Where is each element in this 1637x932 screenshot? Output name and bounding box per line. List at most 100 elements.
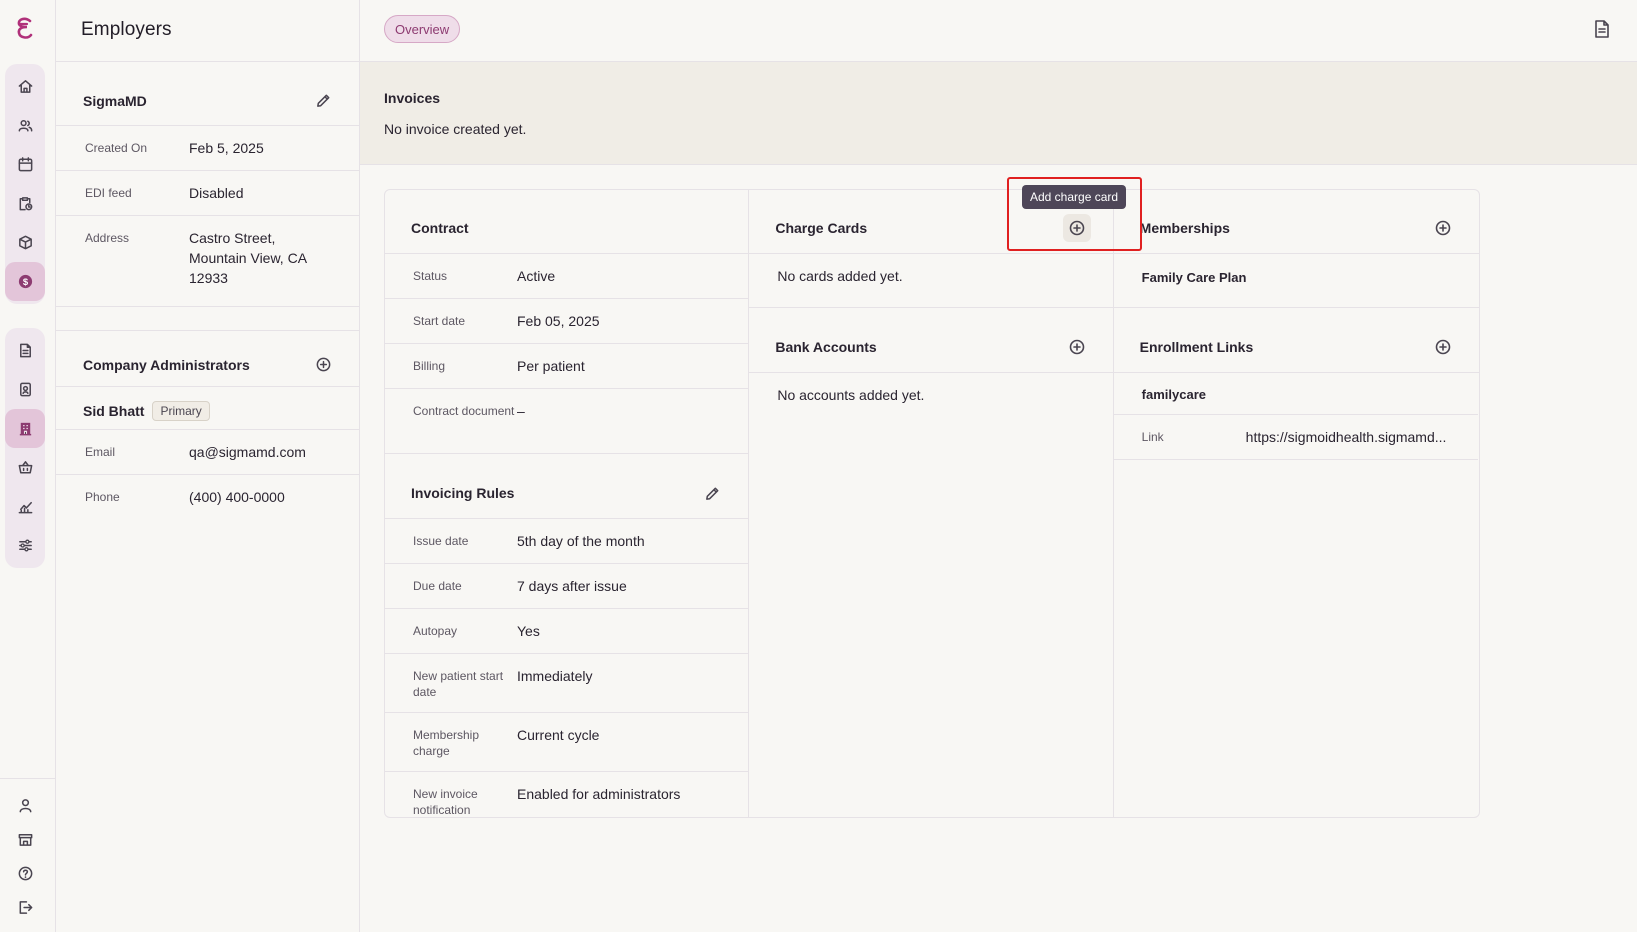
field-value: (400) 400-0000	[189, 489, 285, 505]
add-admin-button[interactable]	[313, 355, 333, 375]
created-on-row: Created On Feb 5, 2025	[56, 126, 359, 171]
employer-name: SigmaMD	[83, 92, 147, 109]
plus-circle-icon	[316, 357, 330, 372]
field-label: Email	[85, 445, 116, 459]
nav-billing[interactable]: $	[5, 262, 45, 301]
nav-credentials[interactable]	[5, 370, 45, 409]
edit-employer-button[interactable]	[313, 91, 333, 111]
nav-patients[interactable]	[5, 106, 45, 145]
field-value: Per patient	[517, 358, 585, 374]
nav-tasks[interactable]	[5, 184, 45, 223]
enrollment-link-name: familycare	[1113, 373, 1478, 415]
dollar-icon: $	[18, 274, 32, 289]
users-icon	[18, 120, 32, 132]
field-value: –	[517, 403, 525, 419]
phone-row: Phone (400) 400-0000	[56, 475, 359, 519]
nav-settings[interactable]	[5, 526, 45, 565]
enrollment-link-row: Link https://sigmoidhealth.sigmamd...	[1113, 415, 1478, 460]
chart-icon	[18, 501, 32, 514]
add-enrollment-link-button[interactable]	[1433, 337, 1453, 357]
field-value: Feb 5, 2025	[189, 140, 264, 156]
secondary-nav	[5, 328, 45, 568]
membership-item[interactable]: Family Care Plan	[1113, 254, 1479, 308]
tab-overview[interactable]: Overview	[384, 15, 461, 43]
logout-icon	[19, 900, 32, 914]
field-label: Address	[85, 231, 130, 245]
employer-name-row: SigmaMD	[56, 76, 359, 126]
nav-documents[interactable]	[5, 331, 45, 370]
field-value: Active	[517, 268, 556, 284]
nav-logout[interactable]	[5, 890, 45, 924]
document-icon	[19, 343, 31, 358]
contract-header: Contract	[385, 190, 749, 254]
file-text-icon	[1595, 20, 1609, 38]
primary-nav: $	[5, 64, 45, 304]
new-patient-start-row: New patient start date Immediately	[385, 654, 749, 713]
nav-calendar[interactable]	[5, 145, 45, 184]
field-value: Castro Street, Mountain View, CA 12933	[189, 230, 308, 286]
field-label: Autopay	[413, 624, 458, 638]
add-charge-card-tooltip: Add charge card	[1022, 185, 1127, 209]
sliders-icon	[18, 539, 32, 552]
edit-invoicing-rules-button[interactable]	[702, 483, 722, 503]
nav-employers[interactable]	[5, 409, 45, 448]
nav-clinic[interactable]	[5, 822, 45, 856]
field-label: Billing	[413, 359, 446, 373]
nav-help[interactable]	[5, 856, 45, 890]
enrollment-links-title: Enrollment Links	[1139, 339, 1254, 355]
nav-shop[interactable]	[5, 448, 45, 487]
nav-reports[interactable]	[5, 487, 45, 526]
field-label: Start date	[413, 314, 466, 328]
contract-status-row: Status Active	[385, 254, 749, 299]
nav-inventory[interactable]	[5, 223, 45, 262]
account-nav	[5, 788, 45, 924]
admin-name-row: Sid Bhatt Primary	[56, 387, 359, 429]
contract-billing-row: Billing Per patient	[385, 344, 749, 389]
field-value: Immediately	[517, 668, 593, 684]
bank-accounts-title: Bank Accounts	[775, 339, 877, 355]
enrollment-links-header: Enrollment Links	[1113, 308, 1479, 373]
page-title: Employers	[81, 19, 172, 40]
badge-icon	[19, 382, 31, 397]
plus-circle-icon	[1435, 339, 1451, 355]
store-icon	[18, 833, 32, 846]
field-value: 5th day of the month	[517, 533, 645, 549]
payment-column: Charge Cards No cards added yet. Bank Ac…	[749, 190, 1114, 817]
contract-column: Contract Status Active Start date Feb 05…	[385, 190, 750, 817]
contract-title: Contract	[411, 219, 469, 236]
add-membership-button[interactable]	[1433, 218, 1453, 238]
enrollment-link-url[interactable]: https://sigmoidhealth.sigmamd...	[1246, 427, 1447, 447]
basket-icon	[18, 461, 32, 474]
pencil-icon	[316, 94, 329, 107]
field-label: Phone	[85, 490, 120, 504]
autopay-row: Autopay Yes	[385, 609, 749, 654]
charge-cards-title: Charge Cards	[775, 219, 868, 236]
main-content: Overview Invoices No invoice created yet…	[360, 0, 1637, 932]
membership-column: Memberships Family Care Plan Enrollment …	[1113, 190, 1479, 817]
plus-circle-icon	[1069, 339, 1084, 355]
admins-title: Company Administrators	[83, 356, 250, 373]
pencil-icon	[705, 487, 719, 500]
field-value: Disabled	[189, 185, 244, 201]
clipboard-clock-icon	[19, 197, 32, 211]
bank-accounts-header: Bank Accounts	[749, 308, 1113, 373]
invoices-title: Invoices	[384, 90, 441, 106]
add-bank-account-button[interactable]	[1067, 337, 1087, 357]
add-charge-card-button[interactable]	[1063, 214, 1091, 242]
building-icon	[19, 422, 31, 436]
plus-circle-icon	[1435, 220, 1451, 235]
help-icon	[18, 866, 32, 880]
document-button[interactable]	[1591, 18, 1613, 40]
app-rail: $	[0, 0, 56, 932]
nav-home[interactable]	[5, 67, 45, 106]
invoices-section: Invoices No invoice created yet.	[360, 62, 1637, 165]
contract-document-row: Contract document –	[385, 389, 749, 454]
details-card: Contract Status Active Start date Feb 05…	[384, 189, 1480, 818]
field-value: Yes	[517, 623, 540, 639]
invoices-empty: No invoice created yet.	[384, 121, 527, 137]
employer-panel: Employers SigmaMD Created On Feb 5, 2025…	[55, 0, 360, 932]
membership-charge-row: Membership charge Current cycle	[385, 713, 749, 772]
invoicing-rules-header: Invoicing Rules	[385, 454, 749, 519]
field-label: Created On	[85, 141, 148, 155]
nav-profile[interactable]	[5, 788, 45, 822]
